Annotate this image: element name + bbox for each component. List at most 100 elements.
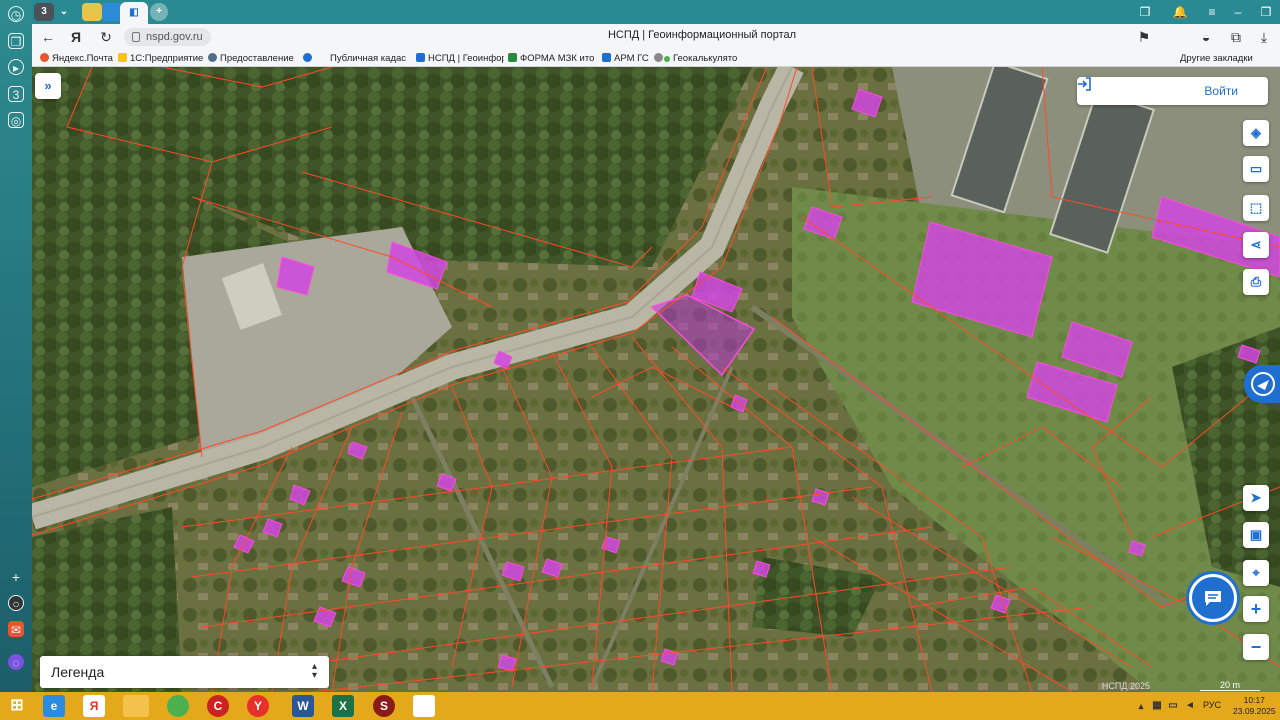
reload-icon[interactable]: ↻ [98,29,114,45]
network-icon[interactable]: ▦ [1150,695,1164,717]
yandex-icon[interactable]: Я [83,695,105,717]
menu-icon[interactable]: ≡ [1204,4,1220,20]
tab-yandex-drive[interactable] [82,3,102,21]
tray-clock[interactable]: 10:17 23.09.2025 [1233,695,1276,717]
add-icon[interactable]: + [8,569,24,585]
notepad-icon[interactable] [413,695,435,717]
battery-icon[interactable]: ▭ [1166,695,1180,717]
locate-icon[interactable]: ➤ [1243,485,1269,511]
lock-icon [132,32,140,42]
url-field[interactable]: nspd.gov.ru [124,28,211,46]
bookmark-icon[interactable]: ⚑ [1136,29,1152,45]
tray-language[interactable]: РУС [1203,700,1221,710]
layers-icon[interactable]: ◈ [1243,120,1269,146]
bookmark-item[interactable]: Предоставление [208,52,300,65]
windows-start-icon[interactable]: ⊞ [6,695,28,717]
word-icon[interactable]: W [292,695,314,717]
login-button[interactable]: Войти [1077,77,1268,105]
bookmark-favicon-icon [208,53,217,62]
map-view[interactable]: » Войти ◈ ▭ ⬚ ⋖ ⎙ ➤ ▣ ⌖ + − Легенда ▴ ▾ Н… [32,67,1280,692]
yandex-home-icon[interactable]: Я [68,29,84,45]
bookmark-item[interactable]: Публичная кадас [303,52,411,65]
chat-icon [1205,591,1221,606]
taskbar: ⊞ e Я C Y W X S ▴ ▦ ▭ ◄ РУС 10:17 23.09.… [0,692,1280,720]
aerial-imagery [32,67,1280,692]
browser-sidebar: ◷ ❐ ▸ 3 ◎ + ○ ✉ ◌ [0,0,32,692]
address-bar: ← Я ↻ nspd.gov.ru НСПД | Геоинформационн… [32,24,1280,50]
screenshot-icon[interactable]: ◎ [8,112,24,128]
download-icon[interactable]: ⤓ [1256,29,1272,45]
chevron-updown-icon: ▴ ▾ [311,661,317,681]
yandex-3-icon[interactable]: 3 [8,86,24,102]
legend-select[interactable]: Легенда ▴ ▾ [40,656,329,688]
back-icon[interactable]: ← [40,29,56,45]
explorer-icon[interactable] [123,695,149,717]
bookmark-favicon-icon [40,53,49,62]
bookmark-item[interactable]: ФОРМА МЗК ито [508,52,594,65]
tab-manager-icon[interactable]: ❐ [1137,4,1153,20]
chevron-down-icon: ⌄ [59,6,69,17]
url-text: nspd.gov.ru [146,31,203,43]
nspd-tab-icon: ◧ [129,7,139,18]
alice-icon[interactable]: ○ [8,595,24,611]
bookmark-favicon-icon [664,56,670,62]
map-attribution: НСПД 2025 [1101,681,1150,691]
bookmark-item[interactable]: 1С:Предприятие [118,52,206,65]
notifications-icon[interactable]: 🔔 [1172,4,1188,20]
yandex-tab-icon: 3 [41,6,47,17]
tray-date: 23.09.2025 [1233,706,1276,716]
bookmark-item[interactable]: Геокалькулято [654,52,740,65]
bookmark-item[interactable]: НСПД | Геоинфор [416,52,504,65]
nspd-logo-icon [1251,372,1275,396]
bookmark-favicon-icon [602,53,611,62]
legend-label: Легенда [51,664,105,680]
chrome-icon[interactable] [167,695,189,717]
new-tab-button[interactable]: + [150,3,168,21]
bookmark-item[interactable]: АРМ ГС [602,52,650,65]
page-title: НСПД | Геоинформационный портал [607,29,797,41]
zoom-in-icon[interactable]: + [1243,596,1269,622]
restore-icon[interactable]: ❐ [1258,4,1274,20]
ie-icon[interactable]: e [43,695,65,717]
share-icon[interactable]: ⋖ [1243,232,1269,258]
bookmark-favicon-icon [508,53,517,62]
pip-icon[interactable]: ▣ [1243,522,1269,548]
chat-button[interactable] [1189,574,1237,622]
bookmark-favicon-icon [118,53,127,62]
ruler-icon[interactable]: ▭ [1243,156,1269,182]
nspd-panel-toggle[interactable] [1244,365,1280,403]
mail-icon[interactable]: ✉ [8,621,24,637]
yandex-browser-icon[interactable]: Y [247,695,269,717]
expand-panel-button[interactable]: » [35,73,61,99]
zoom-out-icon[interactable]: − [1243,634,1269,660]
collections-icon[interactable]: ❐ [8,33,24,49]
login-label: Войти [1204,84,1238,98]
login-icon [1078,77,1091,91]
tab-messenger[interactable] [102,3,122,21]
s-app-icon[interactable]: S [373,695,395,717]
tray-time: 10:17 [1243,695,1265,705]
assistant-icon[interactable]: ◌ [8,654,24,670]
play-icon[interactable]: ▸ [8,59,24,75]
protect-icon[interactable]: ◒ [1198,29,1214,45]
volume-icon[interactable]: ◄ [1183,695,1197,717]
tab-nspd[interactable]: ◧ [120,2,148,24]
tray-up-icon[interactable]: ▴ [1135,695,1147,717]
bookmark-favicon-icon [654,53,663,62]
c-app-icon[interactable]: C [207,695,229,717]
other-bookmarks[interactable]: Другие закладки [1180,52,1260,65]
clock-icon[interactable]: ◷ [8,6,24,22]
plus-icon: + [156,6,162,17]
tab-dropdown[interactable]: ⌄ [56,3,72,21]
print-icon[interactable]: ⎙ [1243,269,1269,295]
tab-bar: 3 ⌄ ◧ + ❐ 🔔 ≡ – ❐ ✕ [32,0,1280,24]
excel-icon[interactable]: X [332,695,354,717]
extensions-icon[interactable]: ⧉ [1228,29,1244,45]
map-scale: 20 m [1200,680,1260,691]
geo-search-icon[interactable]: ⌖ [1243,560,1269,586]
select-area-icon[interactable]: ⬚ [1243,195,1269,221]
tab-yandex[interactable]: 3 [34,3,54,21]
bookmarks-bar: Яндекс.Почта 1С:Предприятие Предоставлен… [32,50,1280,67]
minimize-icon[interactable]: – [1230,4,1246,20]
bookmark-item[interactable]: Яндекс.Почта [40,52,122,65]
